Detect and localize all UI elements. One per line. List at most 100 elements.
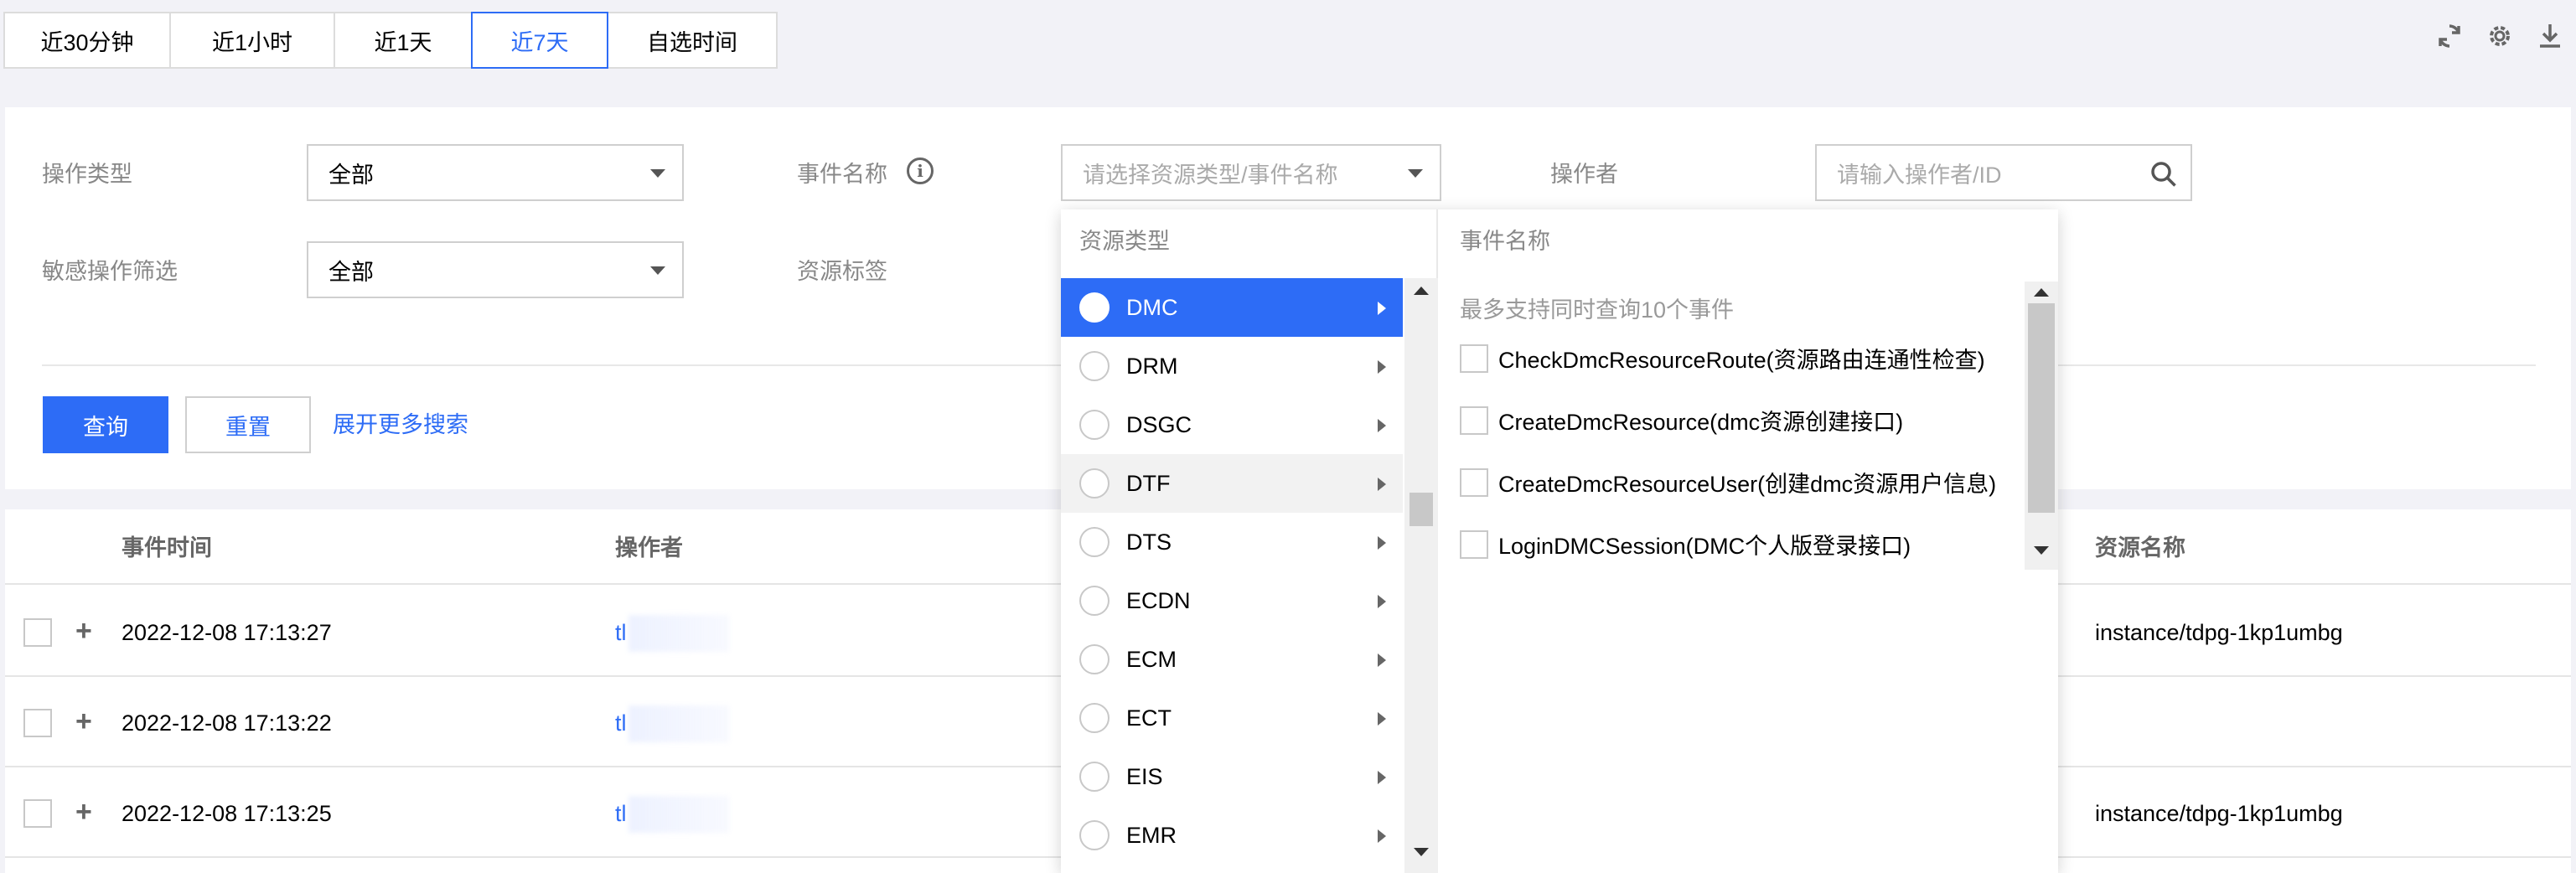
chevron-right-icon (1378, 536, 1386, 550)
resource-item-ecdn[interactable]: ECDN (1061, 571, 1403, 630)
radio-icon[interactable] (1079, 468, 1110, 498)
event-scrollbar[interactable] (2025, 282, 2058, 570)
operator-link[interactable]: tl (615, 710, 627, 736)
expand-plus-icon[interactable]: + (75, 798, 92, 826)
download-icon[interactable] (2536, 22, 2564, 50)
event-option[interactable]: CheckDmcResourceRoute(资源路由连通性检查) (1460, 342, 1985, 375)
operator-search-input[interactable]: 请输入操作者/ID (1815, 144, 2192, 201)
resource-item-label: ECDN (1126, 587, 1191, 613)
refresh-icon[interactable] (2435, 22, 2464, 50)
resource-item-label: ECM (1126, 646, 1177, 672)
resource-item-ect[interactable]: ECT (1061, 689, 1403, 747)
event-name-column: 事件名称 最多支持同时查询10个事件 CheckDmcResourceRoute… (1440, 209, 2058, 873)
radio-icon[interactable] (1079, 292, 1110, 323)
header-operator[interactable]: 操作者 (615, 529, 683, 562)
resource-item-drm[interactable]: DRM (1061, 337, 1403, 395)
scroll-down-icon[interactable] (1414, 848, 1429, 856)
resource-item-eis[interactable]: EIS (1061, 747, 1403, 806)
row-checkbox[interactable] (23, 709, 52, 737)
op-type-select[interactable]: 全部 (307, 144, 684, 201)
chevron-right-icon (1378, 360, 1386, 374)
query-button[interactable]: 查询 (43, 396, 168, 453)
resource-item-dsgc[interactable]: DSGC (1061, 395, 1403, 454)
event-name-header: 事件名称 (1460, 229, 1550, 254)
resource-item-label: DMC (1126, 294, 1178, 320)
resource-scrollbar[interactable] (1404, 278, 1438, 873)
event-checkbox[interactable] (1460, 529, 1488, 559)
event-checkbox[interactable] (1460, 344, 1488, 373)
scroll-up-icon[interactable] (2034, 288, 2049, 297)
radio-icon[interactable] (1079, 410, 1110, 440)
scroll-thumb[interactable] (2028, 303, 2055, 513)
header-event-time[interactable]: 事件时间 (122, 529, 212, 562)
chevron-right-icon (1378, 419, 1386, 432)
tab-7days[interactable]: 近7天 (471, 12, 608, 69)
event-option[interactable]: LoginDMCSession(DMC个人版登录接口) (1460, 528, 1911, 560)
toolbar-icons (2435, 22, 2564, 50)
scroll-thumb[interactable] (1410, 493, 1433, 526)
op-type-value: 全部 (328, 162, 374, 188)
tab-1day[interactable]: 近1天 (334, 12, 473, 69)
radio-icon[interactable] (1079, 762, 1110, 792)
resource-item-label: DSGC (1126, 411, 1192, 437)
search-icon[interactable] (2150, 161, 2177, 194)
event-name-select[interactable]: 请选择资源类型/事件名称 (1061, 144, 1441, 201)
event-option-label: CreateDmcResourceUser(创建dmc资源用户信息) (1498, 472, 1997, 497)
sensitive-op-label: 敏感操作筛选 (42, 259, 178, 284)
expand-plus-icon[interactable]: + (75, 707, 92, 736)
scroll-up-icon[interactable] (1414, 287, 1429, 295)
resource-item-label: DRM (1126, 353, 1178, 379)
resource-type-header: 资源类型 (1079, 229, 1170, 254)
info-icon[interactable]: i (907, 158, 934, 184)
resource-item-label: EIS (1126, 763, 1163, 789)
chevron-right-icon (1378, 712, 1386, 726)
resource-item-label: DTS (1126, 529, 1172, 555)
tab-1hour[interactable]: 近1小时 (169, 12, 335, 69)
radio-icon[interactable] (1079, 586, 1110, 616)
expand-more-search-link[interactable]: 展开更多搜索 (333, 406, 468, 439)
reset-button[interactable]: 重置 (185, 396, 311, 453)
resource-item-emr[interactable]: EMR (1061, 806, 1403, 865)
event-option-label: CheckDmcResourceRoute(资源路由连通性检查) (1498, 348, 1985, 373)
event-name-label: 事件名称 (797, 162, 887, 187)
resource-item-ecm[interactable]: ECM (1061, 630, 1403, 689)
resource-item-dts[interactable]: DTS (1061, 513, 1403, 571)
resource-tag-label: 资源标签 (797, 259, 887, 284)
event-time-cell: 2022-12-08 17:13:25 (122, 801, 332, 826)
operator-link[interactable]: tl (615, 801, 627, 827)
header-resource-name[interactable]: 资源名称 (2095, 529, 2185, 562)
expand-plus-icon[interactable]: + (75, 617, 92, 645)
resource-item-dtf[interactable]: DTF (1061, 454, 1403, 513)
event-time-cell: 2022-12-08 17:13:27 (122, 620, 332, 645)
chevron-right-icon (1378, 595, 1386, 608)
event-option[interactable]: CreateDmcResourceUser(创建dmc资源用户信息) (1460, 466, 1996, 498)
event-checkbox[interactable] (1460, 467, 1488, 497)
chevron-down-icon (650, 169, 665, 178)
radio-icon[interactable] (1079, 820, 1110, 850)
gear-icon[interactable] (2485, 22, 2514, 50)
event-checkbox[interactable] (1460, 406, 1488, 435)
resource-item-dmc[interactable]: DMC (1061, 278, 1403, 337)
event-option-label: LoginDMCSession(DMC个人版登录接口) (1498, 534, 1911, 559)
max-events-hint: 最多支持同时查询10个事件 (1460, 297, 1735, 323)
radio-icon[interactable] (1079, 703, 1110, 733)
tab-custom-time[interactable]: 自选时间 (607, 12, 778, 69)
redacted-operator (628, 705, 729, 742)
time-range-tabs: 近30分钟 近1小时 近1天 近7天 自选时间 (3, 12, 778, 69)
event-name-cascader: 资源类型 DMC DRM DSGC DTF DTS ECDN ECM ECT E… (1061, 209, 2058, 873)
sensitive-op-select[interactable]: 全部 (307, 241, 684, 298)
event-option[interactable]: CreateDmcResource(dmc资源创建接口) (1460, 404, 1903, 436)
event-name-placeholder: 请选择资源类型/事件名称 (1083, 162, 1338, 188)
chevron-right-icon (1378, 302, 1386, 315)
operator-link[interactable]: tl (615, 620, 627, 646)
resource-item-label: ECT (1126, 705, 1172, 731)
row-checkbox[interactable] (23, 799, 52, 828)
radio-icon[interactable] (1079, 351, 1110, 381)
radio-icon[interactable] (1079, 644, 1110, 674)
row-checkbox[interactable] (23, 618, 52, 647)
op-type-label: 操作类型 (42, 162, 132, 187)
redacted-operator (628, 615, 729, 652)
tab-30min[interactable]: 近30分钟 (3, 12, 171, 69)
scroll-down-icon[interactable] (2034, 546, 2049, 555)
radio-icon[interactable] (1079, 527, 1110, 557)
